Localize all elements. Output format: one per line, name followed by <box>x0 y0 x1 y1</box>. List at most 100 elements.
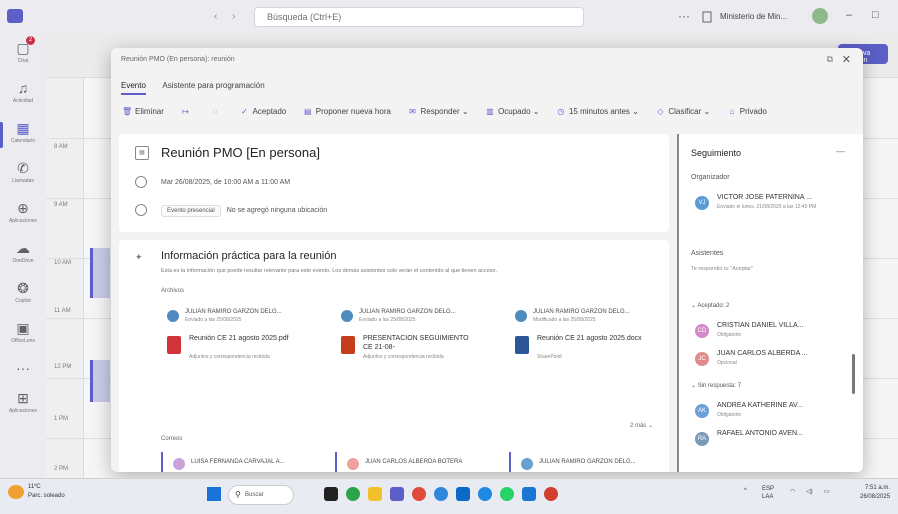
private-button[interactable]: ⌂ Privado <box>724 102 770 121</box>
maximize-button[interactable]: □ <box>872 9 879 21</box>
search-input[interactable]: Búsqueda (Ctrl+E) <box>254 7 584 27</box>
calendar-icon: ▦ <box>16 120 30 136</box>
minimize-button[interactable]: – <box>846 9 852 21</box>
rail-item-calls[interactable]: ✆ Llamadas <box>0 154 46 198</box>
file-name: Reunión CE 21 agosto 2025.pdf <box>189 335 289 342</box>
network-icon[interactable]: ◠ <box>790 488 795 495</box>
rail-item-copilot[interactable]: ❂ Copilot <box>0 274 46 318</box>
mail-card[interactable]: LUISA FERNANDA CARVAJAL A... <box>161 452 321 472</box>
accepted-button[interactable]: ✓ Aceptado <box>236 102 289 121</box>
taskbar-search[interactable]: Buscar <box>228 485 294 505</box>
rail-item-add-apps[interactable]: ⊞ Aplicaciones <box>0 384 46 428</box>
attendees-label: Asistentes <box>691 250 724 257</box>
avatar <box>521 458 533 470</box>
avatar <box>167 310 179 322</box>
popout-icon[interactable]: ⧉ <box>827 54 833 65</box>
chrome-icon[interactable] <box>346 487 360 501</box>
windows-taskbar: 11ºC Parc. soleado Buscar ^ ESPLAA ◠ ◁) … <box>0 478 898 514</box>
rail-item-apps[interactable]: ⊕ Aplicaciones <box>0 194 46 238</box>
rail-item-onedrive[interactable]: ☁ OneDrive <box>0 234 46 278</box>
file-item[interactable]: PRESENTACION SEGUIMIENTO CE 21-08- Adjun… <box>341 332 491 376</box>
avatar: CD <box>695 324 709 338</box>
outlook-icon[interactable] <box>456 487 470 501</box>
calendar-event[interactable] <box>90 248 110 298</box>
clock-icon <box>135 176 147 188</box>
copy-icon: ◌ <box>212 107 218 116</box>
officelens-icon: ▣ <box>16 320 30 336</box>
app-icon[interactable] <box>544 487 558 501</box>
tab-scheduling-assistant[interactable]: Asistente para programación <box>162 81 264 93</box>
meeting-dialog: Reunión PMO (En persona): reunión ⧉ ✕ Ev… <box>111 48 863 472</box>
tab-event[interactable]: Evento <box>121 81 146 95</box>
file-card[interactable]: JULIAN RAMIRO GARZON DELG... Modificado … <box>509 306 669 386</box>
time-label: 8 AM <box>54 144 68 150</box>
in-person-tag[interactable]: Evento presencial <box>161 204 221 217</box>
close-icon[interactable]: ✕ <box>842 53 851 66</box>
teams-icon[interactable] <box>390 487 404 501</box>
mail-icon[interactable] <box>522 487 536 501</box>
attendee[interactable]: JC JUAN CARLOS ALBERDA ... Opcional <box>691 348 857 374</box>
forward-button[interactable]: ↦ <box>177 102 196 121</box>
avatar <box>347 458 359 470</box>
avatar: VJ <box>695 196 709 210</box>
weather-icon[interactable] <box>8 485 24 499</box>
rail-item-calendar[interactable]: ▦ Calendario <box>0 114 46 158</box>
avatar <box>341 310 353 322</box>
propose-time-button[interactable]: ▤ Proponer nueva hora <box>300 102 394 121</box>
nav-arrows[interactable]: ‹ › <box>214 11 241 22</box>
rail-item-chat[interactable]: ▢ 2 Chat <box>0 34 46 78</box>
show-more-link[interactable]: 2 más ⌄ <box>630 422 653 429</box>
attendees-note: Te respondió tu "Aceptar" <box>691 266 753 272</box>
cloud-icon: ☁ <box>16 240 30 256</box>
tray-chevron-icon[interactable]: ^ <box>744 488 747 494</box>
app-icon[interactable] <box>412 487 426 501</box>
organizer-person[interactable]: VJ VICTOR JOSE PATERNINA ... Enviado el … <box>691 192 857 218</box>
dialog-title: Reunión PMO (En persona): reunión <box>121 56 235 63</box>
event-datetime: Mar 26/08/2025, de 10:00 AM a 11:00 AM <box>161 178 291 186</box>
reminder-button[interactable]: ◷ 15 minutos antes ⌄ <box>553 102 642 121</box>
check-icon: ✓ <box>241 107 248 116</box>
collapse-icon[interactable]: — <box>836 146 845 156</box>
delete-button[interactable]: 🗑 Eliminar <box>119 102 167 121</box>
user-avatar[interactable] <box>812 8 828 24</box>
file-item[interactable]: Reunión CE 21 agosto 2025.docx SharePoin… <box>515 332 665 376</box>
file-name: Reunión CE 21 agosto 2025.docx <box>537 335 642 342</box>
avatar: JC <box>695 352 709 366</box>
task-view-icon[interactable] <box>324 487 338 501</box>
categorize-button[interactable]: ◇ Clasificar ⌄ <box>652 102 713 121</box>
dialog-tabs: Evento Asistente para programación <box>121 80 279 95</box>
mail-card[interactable]: JUAN CARLOS ALBERDA BOTERA <box>335 452 495 472</box>
attendee[interactable]: CD CRISTIAN DANIEL VILLA... Obligatorio <box>691 320 857 346</box>
file-author: JULIAN RAMIRO GARZON DELG... Enviado a l… <box>167 306 317 328</box>
scrollbar[interactable] <box>852 354 855 394</box>
browser-icon[interactable] <box>478 487 492 501</box>
weather-temperature: 11ºC <box>28 484 41 490</box>
file-card[interactable]: JULIAN RAMIRO GARZON DELG... Enviado a l… <box>161 306 321 386</box>
avatar <box>515 310 527 322</box>
whatsapp-icon[interactable] <box>500 487 514 501</box>
mail-card[interactable]: JULIAN RAMIRO GARZON DELG... <box>509 452 669 472</box>
tracking-panel: Seguimiento — Organizador VJ VICTOR JOSE… <box>677 134 863 472</box>
rail-item-officelens[interactable]: ▣ OfficeLens <box>0 314 46 358</box>
weather-description: Parc. soleado <box>28 493 65 499</box>
attendee[interactable]: AK ANDREA KATHERINE AV... Obligatorio <box>691 400 857 426</box>
language-indicator[interactable]: ESP LAA <box>762 485 774 501</box>
accepted-group[interactable]: ⌄ Aceptado: 2 <box>691 302 729 309</box>
clock[interactable]: 7:51 a.m. 26/08/2025 <box>860 484 890 502</box>
no-response-group[interactable]: ⌄ Sin respuesta: 7 <box>691 382 741 389</box>
calendar-event[interactable] <box>90 360 110 402</box>
file-item[interactable]: Reunión CE 21 agosto 2025.pdf Adjuntos y… <box>167 332 317 376</box>
file-explorer-icon[interactable] <box>368 487 382 501</box>
volume-icon[interactable]: ◁) <box>806 488 813 495</box>
more-options-icon[interactable]: ··· <box>678 9 690 23</box>
attendee[interactable]: RA RAFAEL ANTONIO AVEN... <box>691 428 857 454</box>
rail-item-activity[interactable]: ♫ Actividad <box>0 74 46 118</box>
reply-button[interactable]: ✉ Responder ⌄ <box>404 102 471 121</box>
battery-icon[interactable]: ▭ <box>824 488 830 495</box>
copy-button[interactable]: ◌ <box>207 102 226 121</box>
file-card[interactable]: JULIAN RAMIRO GARZON DELG... Enviado a l… <box>335 306 495 386</box>
busy-status-button[interactable]: ▥ Ocupado ⌄ <box>482 102 542 121</box>
windows-start-icon[interactable] <box>207 487 221 501</box>
edge-icon[interactable] <box>434 487 448 501</box>
organization-name[interactable]: Ministerio de Min... <box>720 12 787 21</box>
